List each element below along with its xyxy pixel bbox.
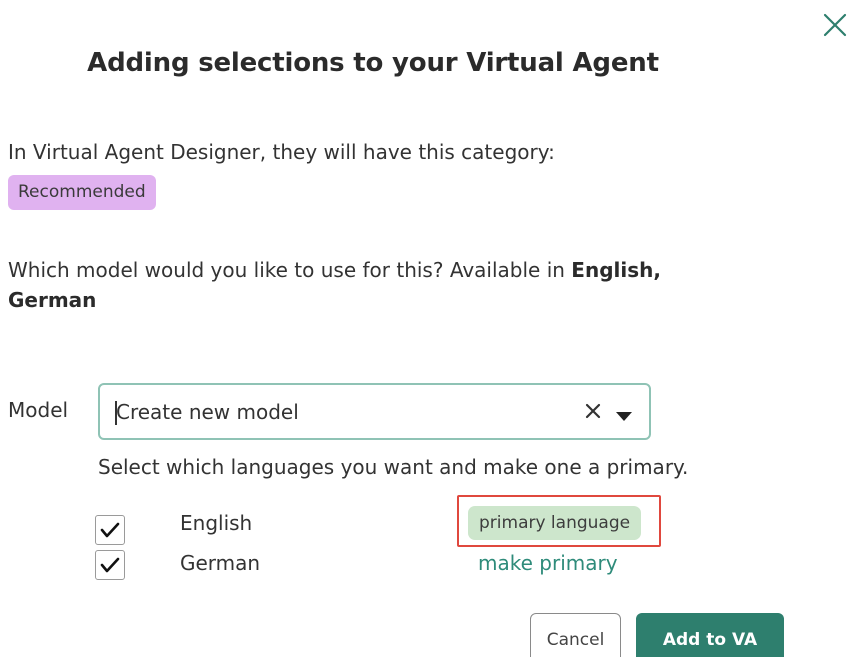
model-select-value: Create new model xyxy=(116,400,299,424)
language-label-german: German xyxy=(180,551,261,575)
model-question: Which model would you like to use for th… xyxy=(8,255,728,315)
primary-language-badge: primary language xyxy=(468,506,642,540)
dialog-title: Adding selections to your Virtual Agent xyxy=(87,48,659,78)
text-cursor xyxy=(115,401,117,425)
add-selections-dialog: Adding selections to your Virtual Agent … xyxy=(0,0,848,657)
chevron-down-icon[interactable] xyxy=(615,407,633,421)
category-badge: Recommended xyxy=(8,175,156,210)
english-checkbox[interactable] xyxy=(95,515,125,545)
language-helper-text: Select which languages you want and make… xyxy=(98,455,689,479)
model-question-text: Which model would you like to use for th… xyxy=(8,258,572,282)
model-select[interactable]: Create new model xyxy=(98,383,651,440)
german-checkbox[interactable] xyxy=(95,550,125,580)
language-label-english: English xyxy=(180,511,253,535)
add-to-va-button[interactable]: Add to VA xyxy=(636,613,784,657)
checkmark-icon xyxy=(100,557,120,573)
cancel-button[interactable]: Cancel xyxy=(530,613,621,657)
checkmark-icon xyxy=(100,522,120,538)
clear-icon[interactable] xyxy=(584,402,602,420)
make-primary-link[interactable]: make primary xyxy=(478,548,618,578)
model-label: Model xyxy=(8,398,69,422)
close-icon[interactable] xyxy=(822,12,848,38)
category-intro-text: In Virtual Agent Designer, they will hav… xyxy=(8,140,555,164)
